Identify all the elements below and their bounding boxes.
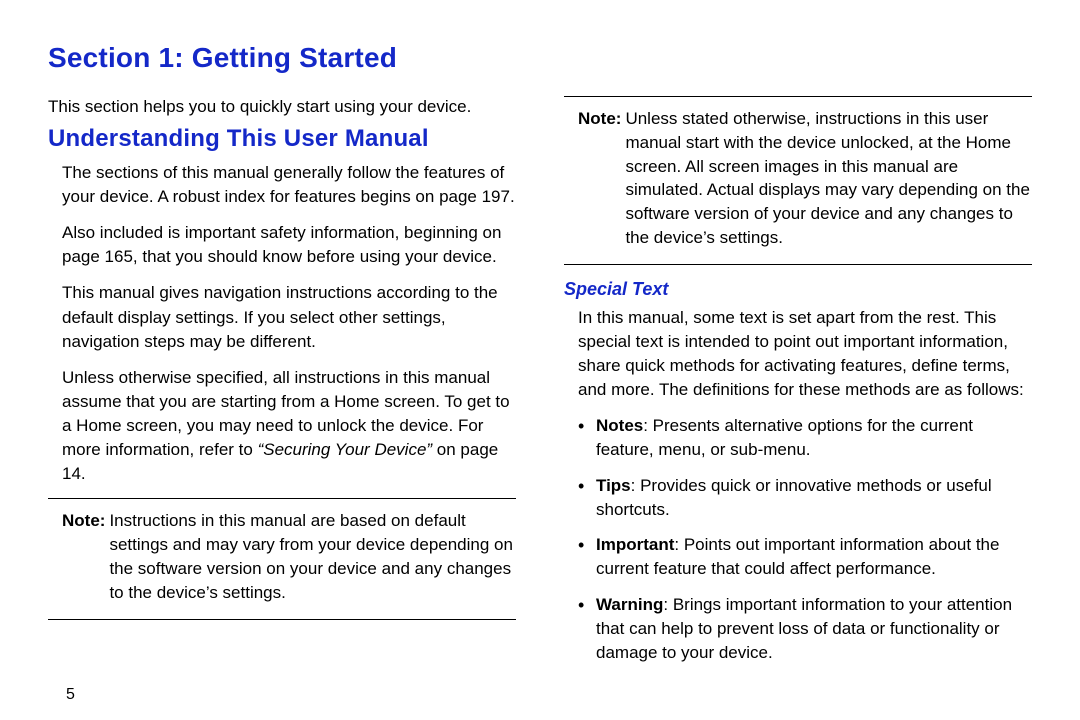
right-column: Note: Unless stated otherwise, instructi… bbox=[564, 96, 1032, 676]
def-label: Important bbox=[596, 535, 674, 554]
paragraph: This manual gives navigation instruction… bbox=[62, 281, 516, 353]
page-number: 5 bbox=[66, 686, 75, 704]
subsection-title: Understanding This User Manual bbox=[48, 125, 516, 153]
def-text: : Provides quick or innovative methods o… bbox=[596, 476, 992, 519]
paragraph: In this manual, some text is set apart f… bbox=[578, 306, 1032, 403]
intro-text: This section helps you to quickly start … bbox=[48, 96, 516, 119]
section-title: Section 1: Getting Started bbox=[48, 42, 1032, 74]
def-text: : Presents alternative options for the c… bbox=[596, 416, 973, 459]
note-label: Note: bbox=[578, 107, 621, 250]
list-item: Warning: Brings important information to… bbox=[578, 593, 1032, 664]
paragraph: Also included is important safety inform… bbox=[62, 221, 516, 269]
subsubsection-title: Special Text bbox=[564, 279, 1032, 300]
def-label: Warning bbox=[596, 595, 663, 614]
def-label: Tips bbox=[596, 476, 631, 495]
list-item: Tips: Provides quick or innovative metho… bbox=[578, 474, 1032, 522]
list-item: Important: Points out important informat… bbox=[578, 533, 1032, 581]
note-block: Note: Unless stated otherwise, instructi… bbox=[564, 96, 1032, 265]
note-block: Note: Instructions in this manual are ba… bbox=[48, 498, 516, 619]
paragraph: The sections of this manual generally fo… bbox=[62, 161, 516, 209]
note-text: Unless stated otherwise, instructions in… bbox=[625, 107, 1032, 250]
def-label: Notes bbox=[596, 416, 643, 435]
left-column: This section helps you to quickly start … bbox=[48, 96, 516, 676]
paragraph: Unless otherwise specified, all instruct… bbox=[62, 366, 516, 487]
note-text: Instructions in this manual are based on… bbox=[109, 509, 516, 604]
list-item: Notes: Presents alternative options for … bbox=[578, 414, 1032, 462]
two-column-layout: This section helps you to quickly start … bbox=[48, 96, 1032, 676]
note-label: Note: bbox=[62, 509, 105, 604]
definition-list: Notes: Presents alternative options for … bbox=[578, 414, 1032, 664]
reference-italic: “Securing Your Device” bbox=[258, 440, 433, 459]
